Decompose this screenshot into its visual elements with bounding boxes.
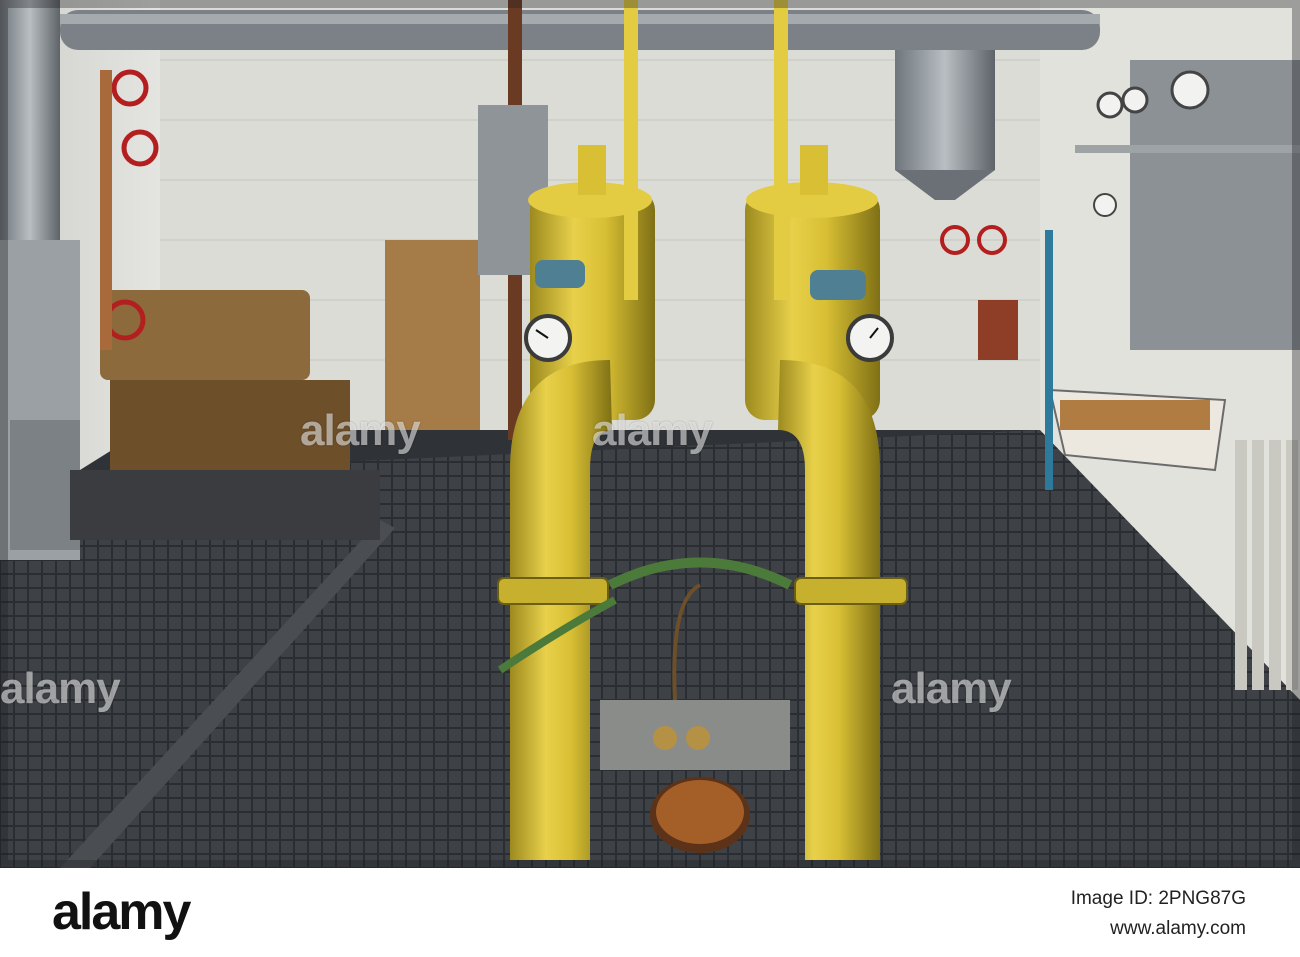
image-id-label: Image ID: 2PNG87G [1070,888,1246,909]
footer-bar: alamy Image ID: 2PNG87G www.alamy.com [0,868,1300,957]
stock-photo: alamy alamy alamy alamy [0,0,1300,868]
brand-logo[interactable]: alamy [52,882,191,942]
site-link[interactable]: www.alamy.com [1110,918,1246,940]
